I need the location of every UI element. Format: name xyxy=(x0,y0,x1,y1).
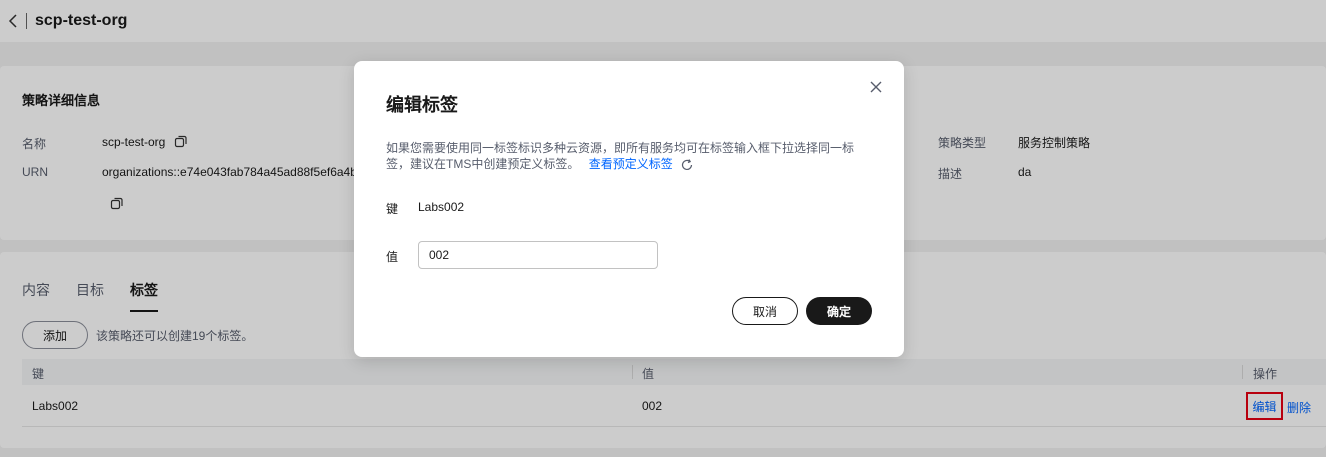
cancel-button[interactable]: 取消 xyxy=(732,297,798,325)
close-icon[interactable] xyxy=(866,77,886,97)
view-predefined-tags-link[interactable]: 查看预定义标签 xyxy=(589,157,673,171)
edit-tag-dialog: 编辑标签 如果您需要使用同一标签标识多种云资源，即所有服务均可在标签输入框下拉选… xyxy=(354,61,904,357)
value-input[interactable] xyxy=(418,241,658,269)
dialog-title: 编辑标签 xyxy=(386,95,458,115)
key-label: 键 xyxy=(386,202,399,216)
value-label: 值 xyxy=(386,250,399,264)
dialog-description: 如果您需要使用同一标签标识多种云资源，即所有服务均可在标签输入框下拉选择同一标签… xyxy=(386,140,866,172)
key-value: Labs002 xyxy=(418,200,465,214)
refresh-icon[interactable] xyxy=(680,158,694,172)
confirm-button[interactable]: 确定 xyxy=(806,297,872,325)
